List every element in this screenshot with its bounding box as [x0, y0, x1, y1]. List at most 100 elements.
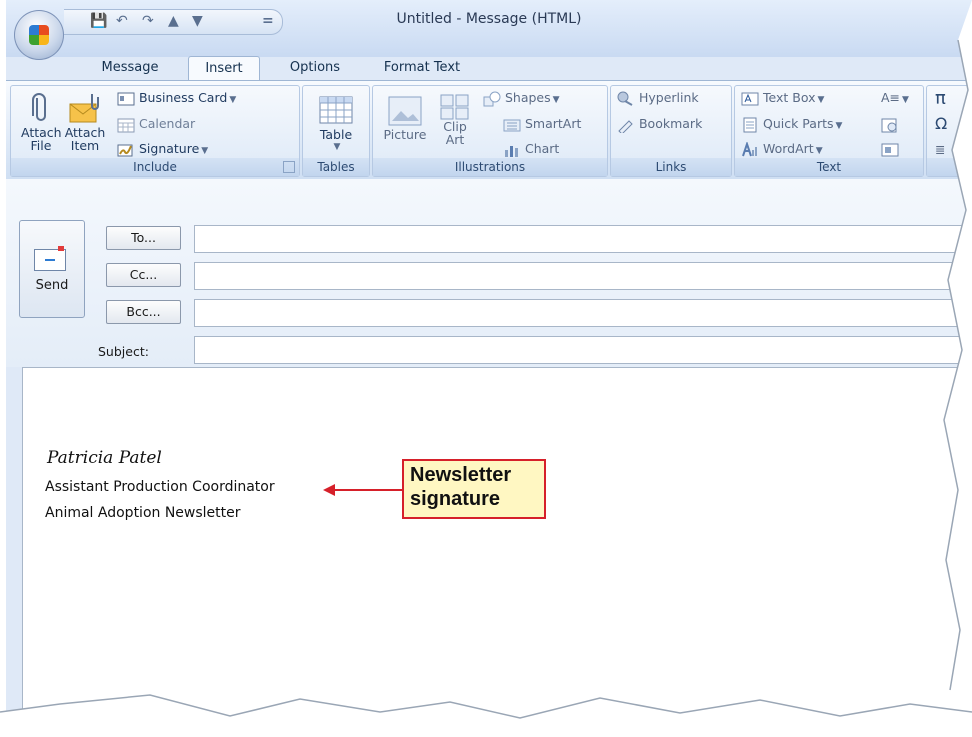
dialog-launcher-icon[interactable]	[283, 161, 295, 173]
flag-icon	[58, 246, 64, 251]
cc-field[interactable]	[194, 262, 972, 290]
symbols-group: π Ω ≣	[926, 85, 972, 177]
calendar-icon	[117, 118, 135, 132]
tables-group-label: Tables	[303, 158, 369, 176]
bcc-field[interactable]	[194, 299, 972, 327]
newsletter-signature-callout: Newsletter signature	[402, 459, 546, 519]
hyperlink-label: Hyperlink	[638, 90, 699, 105]
object-icon[interactable]	[881, 141, 899, 158]
business-card-button[interactable]: Business Card ▼	[117, 90, 236, 107]
symbols-group-label	[927, 158, 972, 176]
quick-parts-icon	[743, 117, 757, 132]
links-group-label: Links	[611, 158, 731, 176]
envelope-clip-icon	[69, 94, 99, 123]
include-group: Attach File Attach Item Business Card ▼ C…	[10, 85, 300, 177]
wordart-button[interactable]: WordArt ▼	[741, 141, 823, 158]
bookmark-button[interactable]: Bookmark	[617, 116, 702, 133]
attach-file-label-2: File	[30, 138, 52, 153]
smartart-icon	[503, 119, 521, 131]
message-body[interactable]: Patricia Patel Assistant Production Coor…	[22, 367, 972, 737]
chevron-down-icon: ▼	[552, 95, 560, 105]
cc-button[interactable]: Cc...	[106, 263, 181, 287]
title-bar: 💾 ↶ ↷ ▲ ▼ = Untitled - Message (HTML)	[6, 0, 972, 60]
date-time-icon[interactable]	[881, 116, 899, 133]
bookmark-label: Bookmark	[638, 116, 703, 131]
tab-options[interactable]: Options	[282, 56, 348, 80]
table-button[interactable]: Table ▼	[311, 96, 361, 152]
clip-art-icon	[440, 94, 469, 120]
picture-icon	[388, 96, 422, 126]
equation-icon[interactable]: π	[935, 88, 946, 109]
to-button[interactable]: To...	[106, 226, 181, 250]
clip-art-label-2: Art	[445, 132, 465, 147]
quick-parts-button[interactable]: Quick Parts ▼	[741, 116, 842, 133]
chevron-down-icon: ▼	[817, 95, 825, 105]
shapes-label: Shapes	[504, 90, 551, 105]
callout-arrow	[332, 489, 402, 491]
text-box-label: Text Box	[762, 90, 816, 105]
subject-label: Subject:	[98, 344, 149, 359]
subject-field[interactable]	[194, 336, 972, 364]
message-header: Send To... Cc... Bcc... Subject:	[6, 179, 972, 367]
tab-format-text[interactable]: Format Text	[372, 56, 472, 80]
signature-name: Patricia Patel	[47, 448, 162, 468]
attach-file-button[interactable]: Attach File	[21, 92, 62, 153]
smartart-label: SmartArt	[524, 116, 582, 131]
signature-icon	[117, 144, 133, 156]
office-button[interactable]	[14, 10, 64, 60]
horizontal-line-icon[interactable]: ≣	[935, 142, 945, 157]
business-card-label: Business Card	[138, 90, 228, 105]
text-box-button[interactable]: Text Box ▼	[741, 90, 824, 107]
signature-button[interactable]: Signature ▼	[117, 141, 208, 158]
chart-label: Chart	[524, 141, 560, 156]
business-card-icon	[117, 92, 135, 105]
tables-group: Table ▼ Tables	[302, 85, 370, 177]
picture-label: Picture	[383, 127, 427, 142]
illustrations-group-label: Illustrations	[373, 158, 607, 176]
chart-button[interactable]: Chart	[503, 141, 559, 158]
attach-item-label-2: Item	[70, 138, 100, 153]
to-field[interactable]	[194, 225, 972, 253]
wordart-label: WordArt	[762, 141, 814, 156]
links-group: Hyperlink Bookmark Links	[610, 85, 732, 177]
signature-title: Assistant Production Coordinator	[45, 479, 275, 495]
signature-organization: Animal Adoption Newsletter	[45, 505, 241, 521]
office-logo-icon	[29, 25, 49, 45]
send-button[interactable]: Send	[19, 220, 85, 318]
clip-art-button[interactable]: Clip Art	[437, 94, 473, 146]
ribbon: Attach File Attach Item Business Card ▼ C…	[6, 80, 972, 180]
send-label: Send	[35, 278, 69, 293]
illustrations-group: Picture Clip Art Shapes ▼ SmartArt Chart …	[372, 85, 608, 177]
quick-parts-label: Quick Parts	[762, 116, 834, 131]
hyperlink-icon	[617, 91, 633, 106]
text-box-icon	[741, 92, 759, 105]
smartart-button[interactable]: SmartArt	[503, 116, 581, 133]
calendar-label: Calendar	[138, 116, 196, 131]
tab-message[interactable]: Message	[92, 56, 168, 80]
hyperlink-button[interactable]: Hyperlink	[617, 90, 699, 107]
picture-button[interactable]: Picture	[381, 96, 429, 142]
chevron-down-icon: ▼	[229, 95, 237, 105]
calendar-button[interactable]: Calendar	[117, 116, 195, 133]
callout-line-1: Newsletter	[410, 464, 512, 486]
shapes-button[interactable]: Shapes ▼	[483, 90, 560, 107]
window-title: Untitled - Message (HTML)	[396, 11, 582, 27]
callout-arrow-head-icon	[323, 484, 335, 496]
chevron-down-icon: ▼	[835, 121, 843, 131]
table-label: Table	[319, 127, 353, 142]
attach-item-button[interactable]: Attach Item	[63, 92, 107, 152]
callout-line-2: signature	[410, 488, 501, 510]
bcc-button[interactable]: Bcc...	[106, 300, 181, 324]
bookmark-icon	[618, 119, 633, 133]
drop-cap-icon[interactable]: A≡ ▼	[881, 90, 909, 105]
chevron-down-icon: ▼	[201, 146, 209, 156]
table-icon	[319, 96, 353, 124]
tab-insert[interactable]: Insert	[188, 56, 260, 81]
chart-icon	[505, 145, 518, 157]
symbol-icon[interactable]: Ω	[935, 114, 947, 133]
signature-label: Signature	[138, 141, 200, 156]
chevron-down-icon: ▼	[815, 146, 823, 156]
chevron-down-icon: ▼	[333, 142, 341, 152]
shapes-icon	[483, 91, 501, 106]
include-group-label: Include	[11, 158, 299, 176]
